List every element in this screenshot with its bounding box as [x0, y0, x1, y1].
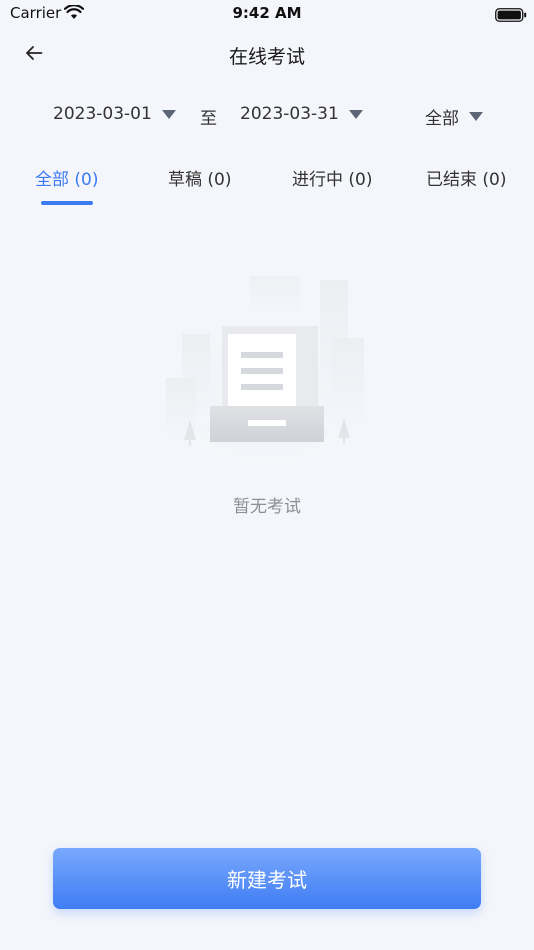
status-filter-dropdown[interactable]: 全部 [425, 104, 483, 129]
caret-down-icon [161, 109, 176, 119]
end-date-value: 2023-03-31 [240, 104, 339, 124]
battery-icon [495, 7, 527, 26]
active-tab-indicator [41, 201, 93, 205]
status-time: 9:42 AM [232, 4, 302, 22]
empty-document-illustration [160, 268, 374, 468]
exam-status-tabs: 全部 (0) 草稿 (0) 进行中 (0) 已结束 (0) [0, 160, 534, 210]
empty-state-message: 暂无考试 [233, 497, 301, 517]
caret-down-icon [469, 112, 483, 121]
status-bar: Carrier 9:42 AM [0, 0, 534, 28]
caret-down-icon [348, 109, 363, 119]
tab-ended[interactable]: 已结束 (0) [426, 165, 506, 190]
tab-all[interactable]: 全部 (0) [35, 165, 98, 190]
filter-row: 2023-03-01 至 2023-03-31 全部 [0, 100, 534, 132]
tab-draft[interactable]: 草稿 (0) [168, 165, 231, 190]
nav-bar: 在线考试 [0, 28, 534, 82]
start-date-value: 2023-03-01 [53, 104, 152, 124]
create-exam-button[interactable]: 新建考试 [53, 848, 481, 909]
end-date-picker[interactable]: 2023-03-31 [240, 104, 363, 124]
start-date-picker[interactable]: 2023-03-01 [53, 104, 176, 124]
tab-ongoing[interactable]: 进行中 (0) [292, 165, 372, 190]
date-range-separator: 至 [200, 109, 217, 129]
status-filter-value: 全部 [425, 109, 459, 129]
page-title: 在线考试 [228, 46, 305, 68]
